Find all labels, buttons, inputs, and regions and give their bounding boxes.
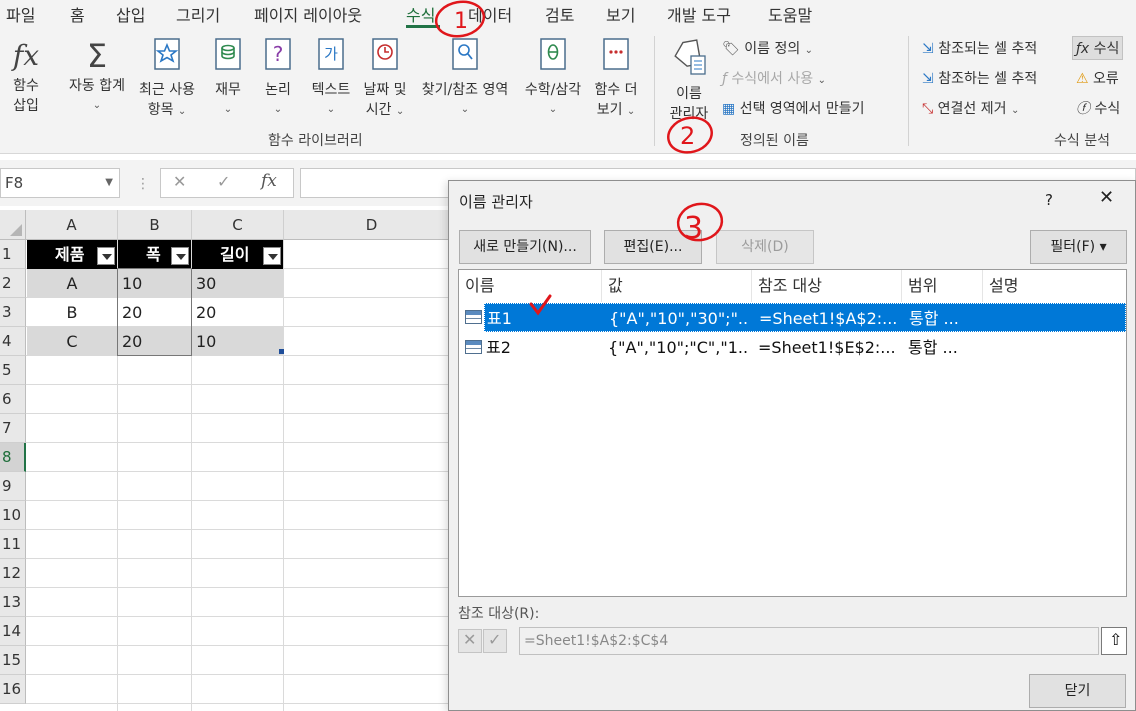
annotation-step-1: 1 [454,9,468,34]
annotation-step-3: 3 [684,211,703,246]
checkmark-annotation [529,294,552,316]
red-annotation-layer: 1 2 3 [434,0,724,316]
annotation-step-2: 2 [680,122,695,150]
